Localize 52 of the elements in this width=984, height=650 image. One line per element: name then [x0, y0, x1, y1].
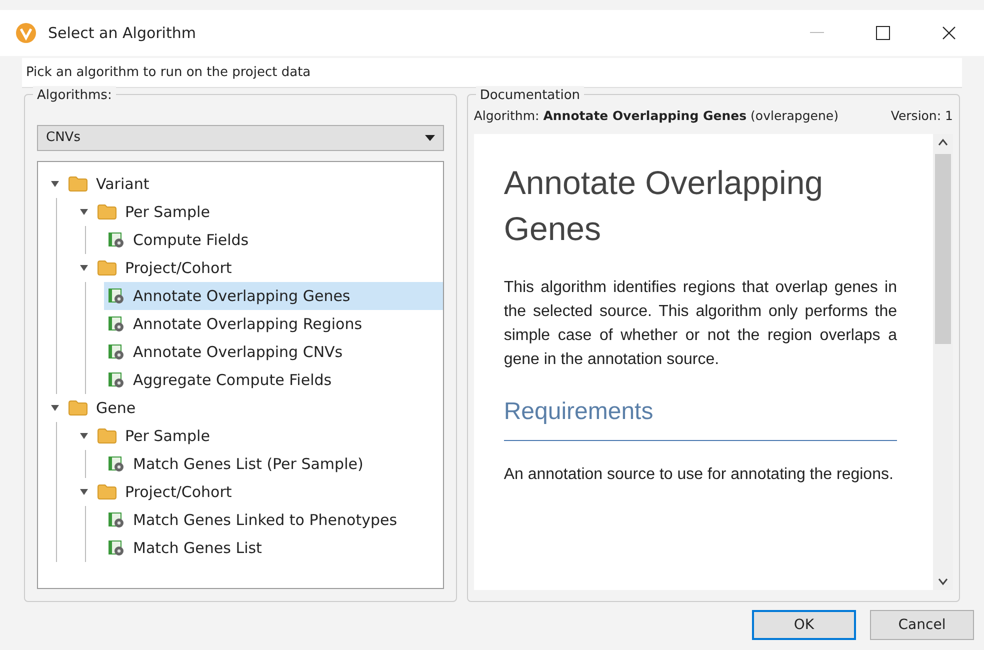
tree-item[interactable]: Match Genes Linked to Phenotypes: [104, 506, 443, 534]
scroll-up-icon[interactable]: [938, 138, 948, 146]
tree-item[interactable]: Annotate Overlapping CNVs: [104, 338, 443, 366]
dropdown-arrow-icon: [424, 135, 435, 141]
doc-paragraph: This algorithm identifies regions that overlap genes in the selected source. This algorithm only performs the simple case of whether or not the region overlaps a gene in the annotation source.: [504, 278, 897, 370]
tree-item[interactable]: Compute Fields: [104, 226, 443, 254]
doc-heading: Annotate Overlapping Genes: [504, 162, 824, 249]
tree-item[interactable]: Annotate Overlapping Regions: [104, 310, 443, 338]
window-title: Select an Algorithm: [48, 22, 197, 44]
version-label: Version: 1: [890, 107, 953, 125]
gear-document-icon: [108, 540, 125, 556]
doc-subheading: Requirements: [504, 394, 897, 441]
gear-document-icon: [108, 288, 125, 304]
instruction-bar: Pick an algorithm to run on the project data: [22, 58, 962, 88]
collapse-arrow-icon[interactable]: [79, 431, 89, 441]
collapse-arrow-icon[interactable]: [79, 263, 89, 273]
scrollbar-thumb[interactable]: [935, 154, 951, 344]
category-dropdown[interactable]: CNVs: [37, 125, 444, 151]
scroll-down-icon[interactable]: [938, 578, 948, 586]
folder-label[interactable]: Gene: [96, 396, 136, 420]
folder-label[interactable]: Per Sample: [125, 424, 210, 448]
app-logo-icon: [16, 23, 36, 43]
folder-icon: [97, 204, 117, 220]
gear-document-icon: [108, 316, 125, 332]
maximize-icon[interactable]: [876, 26, 890, 40]
tree-item[interactable]: Match Genes List: [104, 534, 443, 562]
close-icon[interactable]: [942, 26, 956, 40]
gear-document-icon: [108, 456, 125, 472]
folder-icon: [68, 176, 88, 192]
folder-icon: [97, 484, 117, 500]
folder-icon: [97, 428, 117, 444]
folder-label[interactable]: Per Sample: [125, 200, 210, 224]
tree-item[interactable]: Annotate Overlapping Genes: [104, 282, 443, 310]
dialog-button[interactable]: Cancel: [870, 610, 974, 640]
collapse-arrow-icon[interactable]: [79, 207, 89, 217]
tree-item[interactable]: Match Genes List (Per Sample): [104, 450, 443, 478]
collapse-arrow-icon[interactable]: [50, 403, 60, 413]
gear-document-icon: [108, 372, 125, 388]
folder-icon: [97, 260, 117, 276]
dialog-button[interactable]: OK: [752, 610, 856, 640]
algorithm-info: Algorithm: Annotate Overlapping Genes (ovlerapgene): [474, 107, 838, 125]
folder-label[interactable]: Project/Cohort: [125, 256, 232, 280]
doc-paragraph: An annotation source to use for annotating the regions.: [504, 464, 894, 485]
tree-item[interactable]: Aggregate Compute Fields: [104, 366, 443, 394]
gear-document-icon: [108, 512, 125, 528]
gear-document-icon: [108, 344, 125, 360]
folder-icon: [68, 400, 88, 416]
gear-document-icon: [108, 232, 125, 248]
folder-label[interactable]: Variant: [96, 172, 150, 196]
folder-label[interactable]: Project/Cohort: [125, 480, 232, 504]
collapse-arrow-icon[interactable]: [50, 179, 60, 189]
collapse-arrow-icon[interactable]: [79, 487, 89, 497]
